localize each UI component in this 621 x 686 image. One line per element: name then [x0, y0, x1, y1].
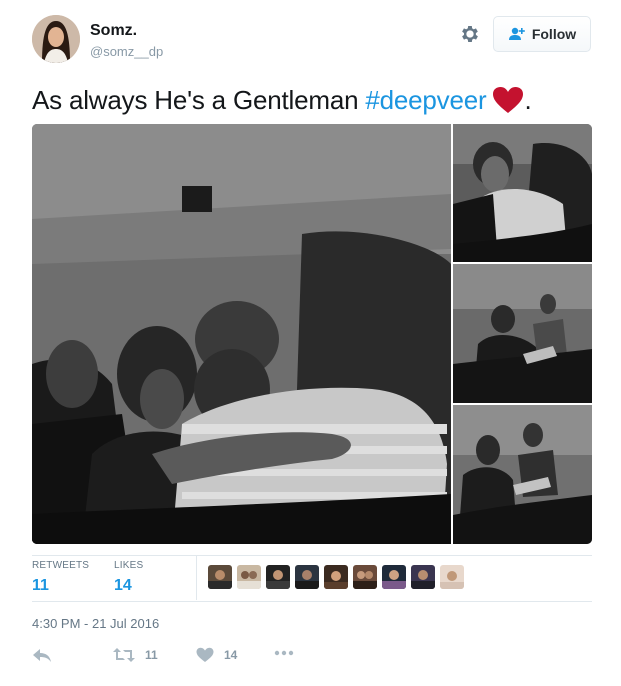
tweet-text-end: .	[524, 85, 532, 115]
likes-stat[interactable]: LIKES 14	[114, 560, 143, 595]
reply-icon	[33, 649, 51, 662]
avatar[interactable]	[32, 15, 80, 63]
tweet-text-body: As always He's a Gentleman	[32, 85, 366, 115]
gear-icon[interactable]	[459, 23, 481, 45]
liker-avatar[interactable]	[266, 565, 290, 589]
follow-label: Follow	[531, 26, 577, 42]
liker-avatar[interactable]	[208, 565, 232, 589]
liker-avatar[interactable]	[411, 565, 435, 589]
retweets-label: RETWEETS	[32, 560, 90, 571]
media-grid	[32, 124, 592, 544]
tweet-text: As always He's a Gentleman #deepveer.	[32, 80, 532, 125]
liker-avatar[interactable]	[440, 565, 464, 589]
follow-button[interactable]: Follow	[493, 16, 591, 52]
stats-separator	[196, 556, 197, 600]
display-name[interactable]: Somz.	[90, 22, 137, 40]
heart-icon	[196, 647, 214, 662]
photo-thumb-3[interactable]	[453, 405, 592, 544]
liker-avatar[interactable]	[295, 565, 319, 589]
likes-label: LIKES	[114, 560, 144, 571]
stats-top-divider	[32, 555, 592, 556]
hashtag-link[interactable]: #deepveer	[365, 85, 486, 115]
likes-count: 14	[114, 577, 132, 594]
retweet-button[interactable]: 11	[113, 647, 158, 663]
retweets-count: 11	[32, 577, 49, 594]
photo-main[interactable]	[32, 124, 451, 544]
more-button[interactable]	[274, 650, 294, 656]
add-user-icon	[508, 27, 525, 40]
tweet-timestamp[interactable]: 4:30 PM - 21 Jul 2016	[32, 616, 159, 631]
like-button[interactable]: 14	[196, 647, 237, 663]
liker-avatars	[208, 565, 464, 589]
user-handle[interactable]: @somz__dp	[90, 44, 163, 59]
retweets-stat[interactable]: RETWEETS 11	[32, 560, 89, 595]
stats-bottom-divider	[32, 601, 592, 602]
reply-button[interactable]	[32, 647, 52, 663]
retweet-icon	[113, 648, 135, 662]
photo-thumb-1[interactable]	[453, 124, 592, 262]
like-count: 14	[224, 648, 238, 662]
liker-avatar[interactable]	[324, 565, 348, 589]
liker-avatar[interactable]	[237, 565, 261, 589]
retweet-count: 11	[145, 648, 158, 662]
liker-avatar[interactable]	[382, 565, 406, 589]
photo-thumb-2[interactable]	[453, 264, 592, 403]
liker-avatar[interactable]	[353, 565, 377, 589]
more-icon	[274, 650, 294, 656]
red-heart-emoji	[492, 85, 524, 125]
